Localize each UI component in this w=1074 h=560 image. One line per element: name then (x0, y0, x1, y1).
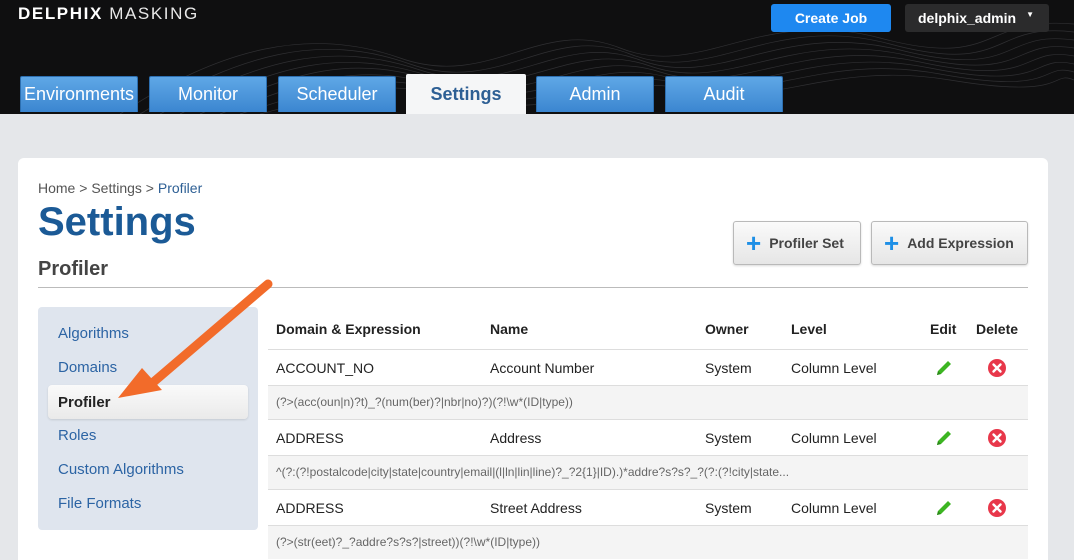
sidebar-item-algorithms[interactable]: Algorithms (58, 325, 129, 342)
name-cell: Account Number (490, 360, 595, 376)
add-expression-label: Add Expression (907, 235, 1014, 251)
section-divider (38, 287, 1028, 288)
circle-x-icon[interactable] (987, 358, 1007, 378)
plus-icon: + (746, 228, 762, 258)
breadcrumb: Home > Settings > Profiler (38, 180, 202, 196)
expression-row: ^(?:(?!postalcode|city|state|country|ema… (268, 455, 1028, 489)
column-header-level: Level (791, 321, 827, 337)
tab-scheduler[interactable]: Scheduler (278, 76, 396, 112)
expression-text: (?>(acc(oun|n)?t)_?(num(ber)?|nbr|no)?)(… (276, 395, 573, 409)
owner-cell: System (705, 430, 752, 446)
circle-x-icon[interactable] (987, 498, 1007, 518)
settings-sidebar: Algorithms Domains Profiler Roles Custom… (38, 307, 258, 530)
tab-admin[interactable]: Admin (536, 76, 654, 112)
brand-logo-light: MASKING (109, 4, 199, 23)
top-header: DELPHIX MASKING Create Job delphix_admin… (0, 0, 1074, 114)
domain-cell: ADDRESS (276, 430, 344, 446)
breadcrumb-separator: > (75, 180, 92, 196)
pencil-icon[interactable] (934, 358, 954, 378)
expression-row: (?>(acc(oun|n)?t)_?(num(ber)?|nbr|no)?)(… (268, 385, 1028, 419)
table-row: ADDRESS Street Address System Column Lev… (268, 489, 1028, 525)
tab-environments[interactable]: Environments (20, 76, 138, 112)
owner-cell: System (705, 500, 752, 516)
level-cell: Column Level (791, 360, 877, 376)
profiler-set-label: Profiler Set (769, 235, 844, 251)
create-job-button[interactable]: Create Job (771, 4, 891, 32)
column-header-delete: Delete (976, 321, 1019, 337)
sidebar-item-profiler[interactable]: Profiler (48, 385, 248, 419)
plus-icon: + (884, 228, 900, 258)
breadcrumb-settings[interactable]: Settings (91, 180, 142, 196)
tab-settings[interactable]: Settings (406, 74, 526, 114)
column-header-edit: Edit (930, 321, 957, 337)
level-cell: Column Level (791, 500, 877, 516)
sidebar-item-domains[interactable]: Domains (58, 359, 117, 376)
user-menu-button[interactable]: delphix_admin ▼ (905, 4, 1049, 32)
sidebar-item-custom-algorithms[interactable]: Custom Algorithms (58, 461, 184, 478)
expression-text: ^(?:(?!postalcode|city|state|country|ema… (276, 465, 790, 479)
tab-audit[interactable]: Audit (665, 76, 783, 112)
column-header-owner: Owner (705, 321, 749, 337)
column-header-name: Name (490, 321, 529, 337)
domain-cell: ACCOUNT_NO (276, 360, 375, 376)
profiler-set-button[interactable]: + Profiler Set (733, 221, 861, 265)
page-title: Settings (38, 200, 196, 244)
domain-cell: ADDRESS (276, 500, 344, 516)
table-row: ADDRESS Address System Column Level (268, 419, 1028, 455)
add-expression-button[interactable]: + Add Expression (871, 221, 1028, 265)
caret-down-icon: ▼ (1026, 10, 1034, 19)
sidebar-item-roles[interactable]: Roles (58, 427, 96, 444)
pencil-icon[interactable] (934, 428, 954, 448)
sidebar-item-file-formats[interactable]: File Formats (58, 495, 141, 512)
breadcrumb-separator: > (141, 180, 158, 196)
section-title: Profiler (38, 258, 109, 280)
user-name: delphix_admin (918, 10, 1017, 26)
name-cell: Street Address (490, 500, 582, 516)
pencil-icon[interactable] (934, 498, 954, 518)
column-header-domain: Domain & Expression (276, 321, 421, 337)
expression-row: (?>(str(eet)?_?addre?s?s?|street))(?!\w*… (268, 525, 1028, 559)
brand-logo-bold: DELPHIX (18, 4, 103, 23)
circle-x-icon[interactable] (987, 428, 1007, 448)
brand-logo[interactable]: DELPHIX MASKING (18, 4, 199, 24)
name-cell: Address (490, 430, 542, 446)
breadcrumb-current: Profiler (157, 180, 203, 196)
owner-cell: System (705, 360, 752, 376)
table-row: ACCOUNT_NO Account Number System Column … (268, 349, 1028, 385)
breadcrumb-home[interactable]: Home (38, 180, 75, 196)
level-cell: Column Level (791, 430, 877, 446)
tab-monitor[interactable]: Monitor (149, 76, 267, 112)
expression-text: (?>(str(eet)?_?addre?s?s?|street))(?!\w*… (276, 535, 540, 549)
